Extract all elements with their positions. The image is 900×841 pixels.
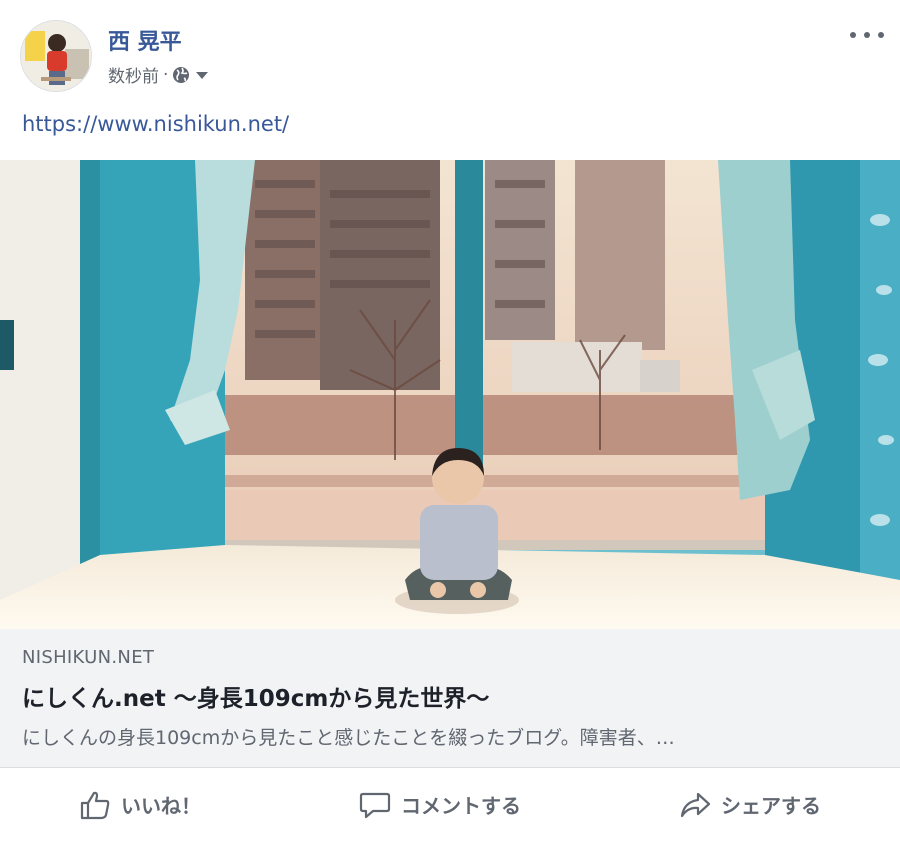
post-url-link[interactable]: https://www.nishikun.net/ bbox=[22, 112, 289, 136]
share-arrow-icon bbox=[680, 792, 711, 817]
share-button[interactable]: シェアする bbox=[659, 780, 841, 830]
comment-label: コメントする bbox=[401, 794, 521, 818]
more-dot bbox=[850, 32, 856, 38]
meta-separator: · bbox=[163, 64, 169, 85]
link-preview-info[interactable]: NISHIKUN.NET にしくん.net 〜身長109cmから見た世界〜 にし… bbox=[0, 629, 900, 768]
globe-icon[interactable] bbox=[172, 66, 190, 84]
more-dot bbox=[864, 32, 870, 38]
like-label: いいね！ bbox=[121, 794, 201, 818]
like-button[interactable]: いいね！ bbox=[59, 780, 221, 830]
timestamp[interactable]: 数秒前 bbox=[108, 62, 159, 87]
link-description: にしくんの身長109cmから見たこと感じたことを綴ったブログ。障害者、… bbox=[22, 727, 675, 749]
comment-button[interactable]: コメントする bbox=[339, 780, 541, 830]
comment-bubble-icon bbox=[359, 792, 391, 818]
link-domain: NISHIKUN.NET bbox=[22, 647, 155, 668]
post-meta: 数秒前 · bbox=[108, 62, 210, 87]
avatar-image bbox=[21, 21, 91, 91]
link-preview-image[interactable] bbox=[0, 160, 900, 629]
link-title[interactable]: にしくん.net 〜身長109cmから見た世界〜 bbox=[22, 679, 489, 713]
share-label: シェアする bbox=[721, 794, 821, 818]
room-photo bbox=[0, 160, 900, 629]
more-options-button[interactable] bbox=[850, 24, 884, 46]
post-actions-bar: いいね！ コメントする シェアする bbox=[0, 768, 900, 841]
caret-down-icon[interactable] bbox=[194, 69, 210, 81]
author-name[interactable]: 西 晃平 bbox=[108, 24, 182, 56]
thumbs-up-icon bbox=[80, 791, 110, 819]
avatar[interactable] bbox=[20, 20, 92, 92]
more-dot bbox=[878, 32, 884, 38]
